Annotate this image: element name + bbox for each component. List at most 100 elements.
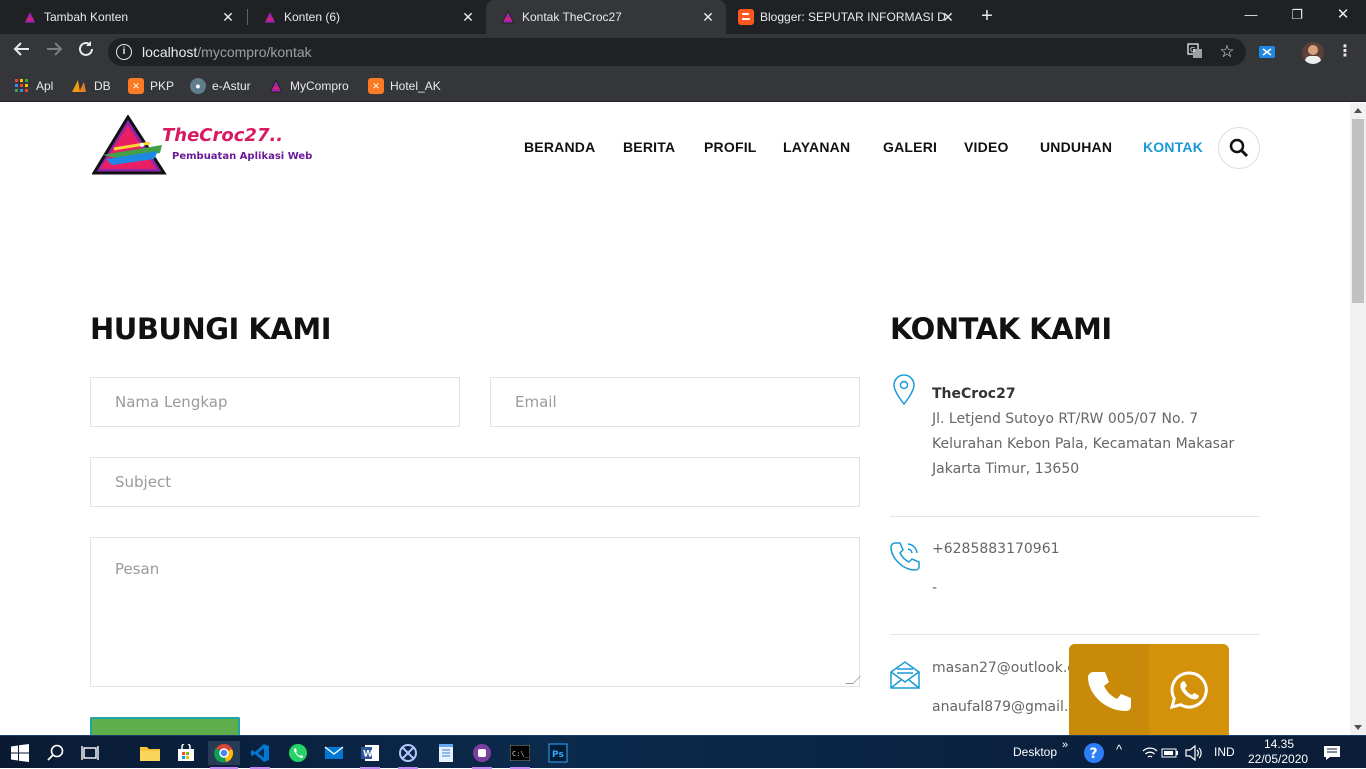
close-tab-icon[interactable]: ✕ <box>220 9 236 25</box>
minimize-button[interactable]: — <box>1228 0 1274 30</box>
notepad-button[interactable] <box>434 741 458 765</box>
submit-button[interactable] <box>90 717 240 735</box>
whatsapp-button[interactable] <box>1149 644 1229 735</box>
email-1[interactable]: masan27@outlook.c <box>932 660 1075 676</box>
bookmark-mycompro[interactable]: MyCompro <box>268 76 349 96</box>
message-placeholder: Pesan <box>115 560 160 578</box>
nav-galeri[interactable]: GALERI <box>883 139 937 159</box>
tab-blogger[interactable]: Blogger: SEPUTAR INFORMASI D ✕ <box>726 0 966 34</box>
bookmark-apl[interactable]: Apl <box>14 76 53 96</box>
chrome-taskbar-button[interactable] <box>208 741 240 769</box>
photoshop-button[interactable]: Ps <box>546 741 570 765</box>
translate-icon[interactable]: G <box>1186 43 1204 61</box>
svg-text:Ps: Ps <box>552 750 564 760</box>
whatsapp-icon <box>1169 670 1208 709</box>
toolbar-expand-icon[interactable]: » <box>1062 739 1068 751</box>
profile-avatar[interactable] <box>1302 42 1324 64</box>
whatsapp-taskbar-button[interactable] <box>286 741 310 765</box>
extension-icon[interactable] <box>1258 43 1276 61</box>
reload-button[interactable] <box>74 40 98 64</box>
tab-kontak[interactable]: Kontak TheCroc27 ✕ <box>486 0 726 34</box>
mail-icon <box>890 661 920 689</box>
bookmark-star-icon[interactable]: ☆ <box>1218 43 1236 61</box>
battery-button[interactable] <box>1158 741 1182 765</box>
app-circle-icon <box>473 744 491 762</box>
scroll-down-arrow[interactable] <box>1354 725 1362 730</box>
battery-icon <box>1161 748 1178 758</box>
page-scrollbar[interactable] <box>1350 103 1366 735</box>
browser-tab-strip: Tambah Konten ✕ Konten (6) ✕ Kontak TheC… <box>0 0 1366 34</box>
nav-layanan[interactable]: LAYANAN <box>783 139 850 159</box>
phone-handset-icon <box>1088 671 1131 711</box>
close-window-button[interactable]: ✕ <box>1320 0 1366 30</box>
call-button[interactable] <box>1069 644 1149 735</box>
subject-input[interactable]: Subject <box>90 457 860 507</box>
language-indicator[interactable]: IND <box>1214 745 1235 759</box>
wifi-icon <box>1142 747 1158 758</box>
name-input[interactable]: Nama Lengkap <box>90 377 460 427</box>
menu-dots-icon[interactable]: ⋮ <box>1336 43 1354 61</box>
word-button[interactable]: W <box>358 741 382 769</box>
help-question-icon: ? <box>1084 743 1104 763</box>
forward-arrow-icon <box>47 42 63 56</box>
bookmark-label: PKP <box>150 79 175 93</box>
nav-unduhan[interactable]: UNDUHAN <box>1040 139 1112 159</box>
site-logo[interactable]: TheCroc27.. Pembuatan Aplikasi Web <box>92 115 337 177</box>
bookmark-e-astur[interactable]: ● e-Astur <box>190 76 251 96</box>
bookmark-pkp[interactable]: ✕ PKP <box>128 76 174 96</box>
terminal-button[interactable]: C:\_ <box>508 741 532 769</box>
clock-time[interactable]: 14.35 <box>1264 737 1294 751</box>
search-button[interactable] <box>1218 127 1260 169</box>
task-view-button[interactable] <box>78 741 102 765</box>
floating-contact-widget <box>1069 644 1229 735</box>
scroll-thumb[interactable] <box>1352 119 1364 303</box>
phone-number[interactable]: +6285883170961 <box>932 541 1060 557</box>
help-button[interactable]: ? <box>1082 741 1106 765</box>
tab-konten[interactable]: Konten (6) ✕ <box>240 0 486 34</box>
action-center-button[interactable] <box>1320 741 1344 765</box>
email-input[interactable]: Email <box>490 377 860 427</box>
blogger-icon <box>738 9 754 25</box>
clock-date[interactable]: 22/05/2020 <box>1248 752 1308 766</box>
scroll-up-arrow[interactable] <box>1354 108 1362 113</box>
tray-chevron-up-icon[interactable]: ^ <box>1116 742 1122 757</box>
start-button[interactable] <box>8 741 32 765</box>
xampp-icon: ✕ <box>368 78 384 94</box>
vscode-button[interactable] <box>248 741 272 769</box>
bookmark-hotel-ak[interactable]: ✕ Hotel_AK <box>368 76 441 96</box>
back-button[interactable] <box>10 40 34 64</box>
logo-title: TheCroc27.. <box>162 125 284 146</box>
nav-kontak[interactable]: KONTAK <box>1143 139 1203 159</box>
new-tab-button[interactable]: + <box>976 5 998 27</box>
forward-button[interactable] <box>42 40 66 64</box>
nav-profil[interactable]: PROFIL <box>704 139 757 159</box>
message-textarea[interactable]: Pesan <box>90 537 861 687</box>
photoshop-icon: Ps <box>548 743 568 763</box>
address-bar[interactable]: i localhost/mycompro/kontak G ☆ <box>108 38 1246 66</box>
close-tab-icon[interactable]: ✕ <box>700 9 716 25</box>
mail-taskbar-button[interactable] <box>322 741 346 765</box>
desktop-toolbar-label[interactable]: Desktop <box>1013 745 1057 759</box>
search-taskbar-button[interactable] <box>44 741 68 765</box>
bookmark-label: e-Astur <box>212 79 251 93</box>
volume-button[interactable] <box>1182 741 1206 765</box>
store-button[interactable] <box>174 741 198 765</box>
vscode-icon <box>251 744 269 762</box>
nav-video[interactable]: VIDEO <box>964 139 1009 159</box>
nav-beranda[interactable]: BERANDA <box>524 139 595 159</box>
nav-berita[interactable]: BERITA <box>623 139 675 159</box>
resize-handle[interactable] <box>845 676 861 684</box>
bookmark-db[interactable]: DB <box>72 76 111 96</box>
app-button-purple[interactable] <box>470 741 494 769</box>
site-info-icon[interactable]: i <box>116 44 132 60</box>
email-2[interactable]: anaufal879@gmail. <box>932 699 1068 715</box>
tab-tambah-konten[interactable]: Tambah Konten ✕ <box>0 0 246 34</box>
file-explorer-button[interactable] <box>138 741 162 765</box>
address-line-2: Kelurahan Kebon Pala, Kecamatan Makasar <box>932 436 1235 452</box>
address-line-1: Jl. Letjend Sutoyo RT/RW 005/07 No. 7 <box>932 411 1199 427</box>
contact-divider <box>890 634 1260 635</box>
app-button[interactable] <box>396 741 420 769</box>
maximize-button[interactable]: ❐ <box>1274 0 1320 30</box>
close-tab-icon[interactable]: ✕ <box>940 9 956 25</box>
close-tab-icon[interactable]: ✕ <box>460 9 476 25</box>
